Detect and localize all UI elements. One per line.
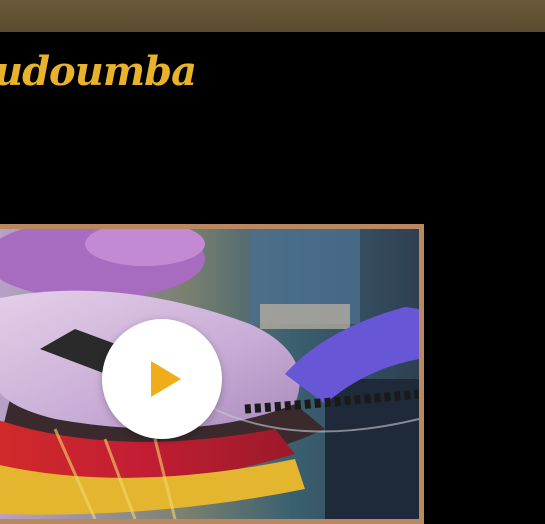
play-button[interactable] (102, 319, 222, 439)
page-title: udoumba (0, 48, 197, 95)
top-bar (0, 0, 545, 32)
video-player[interactable] (0, 229, 419, 519)
play-icon (151, 361, 181, 397)
video-frame (0, 224, 424, 524)
